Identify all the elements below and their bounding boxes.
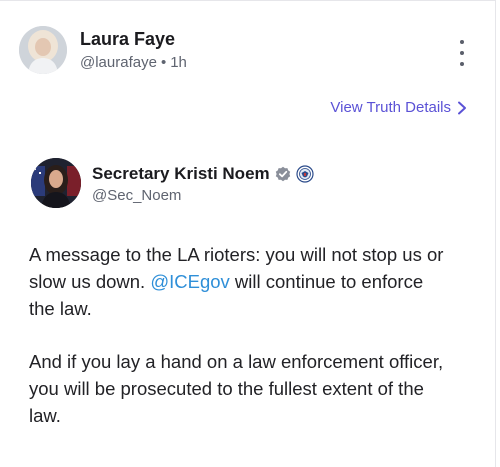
author-handle[interactable]: @laurafaye: [80, 54, 157, 71]
chevron-right-icon: [458, 101, 466, 114]
avatar[interactable]: [19, 26, 67, 74]
post-card: Laura Faye @laurafaye • 1h View Truth Deta…: [0, 0, 496, 467]
quoted-author-handle[interactable]: @Sec_Noem: [92, 187, 181, 204]
mention-link[interactable]: @ICEgov: [150, 271, 229, 292]
post-paragraph-1: A message to the LA rioters: you will no…: [29, 241, 449, 322]
post-body: A message to the LA rioters: you will no…: [29, 241, 449, 455]
verified-badge-icon: [275, 166, 290, 182]
meta-separator: •: [160, 54, 167, 71]
post-time[interactable]: 1h: [170, 54, 187, 71]
more-vertical-icon: [460, 40, 464, 44]
more-vertical-icon-dot: [460, 62, 464, 66]
quoted-avatar[interactable]: [31, 158, 81, 208]
more-vertical-icon-dot: [460, 51, 464, 55]
quoted-author-name[interactable]: Secretary Kristi Noem: [92, 164, 270, 184]
view-truth-details-label: View Truth Details: [330, 99, 451, 116]
post-paragraph-2: And if you lay a hand on a law enforceme…: [29, 351, 444, 426]
author-meta: @laurafaye • 1h: [80, 54, 187, 71]
author-name[interactable]: Laura Faye: [80, 29, 175, 50]
dhs-seal-icon: [296, 165, 314, 183]
quoted-author-row: Secretary Kristi Noem: [92, 164, 314, 184]
view-truth-details-link[interactable]: View Truth Details: [330, 99, 467, 116]
more-options-button[interactable]: [456, 40, 468, 66]
